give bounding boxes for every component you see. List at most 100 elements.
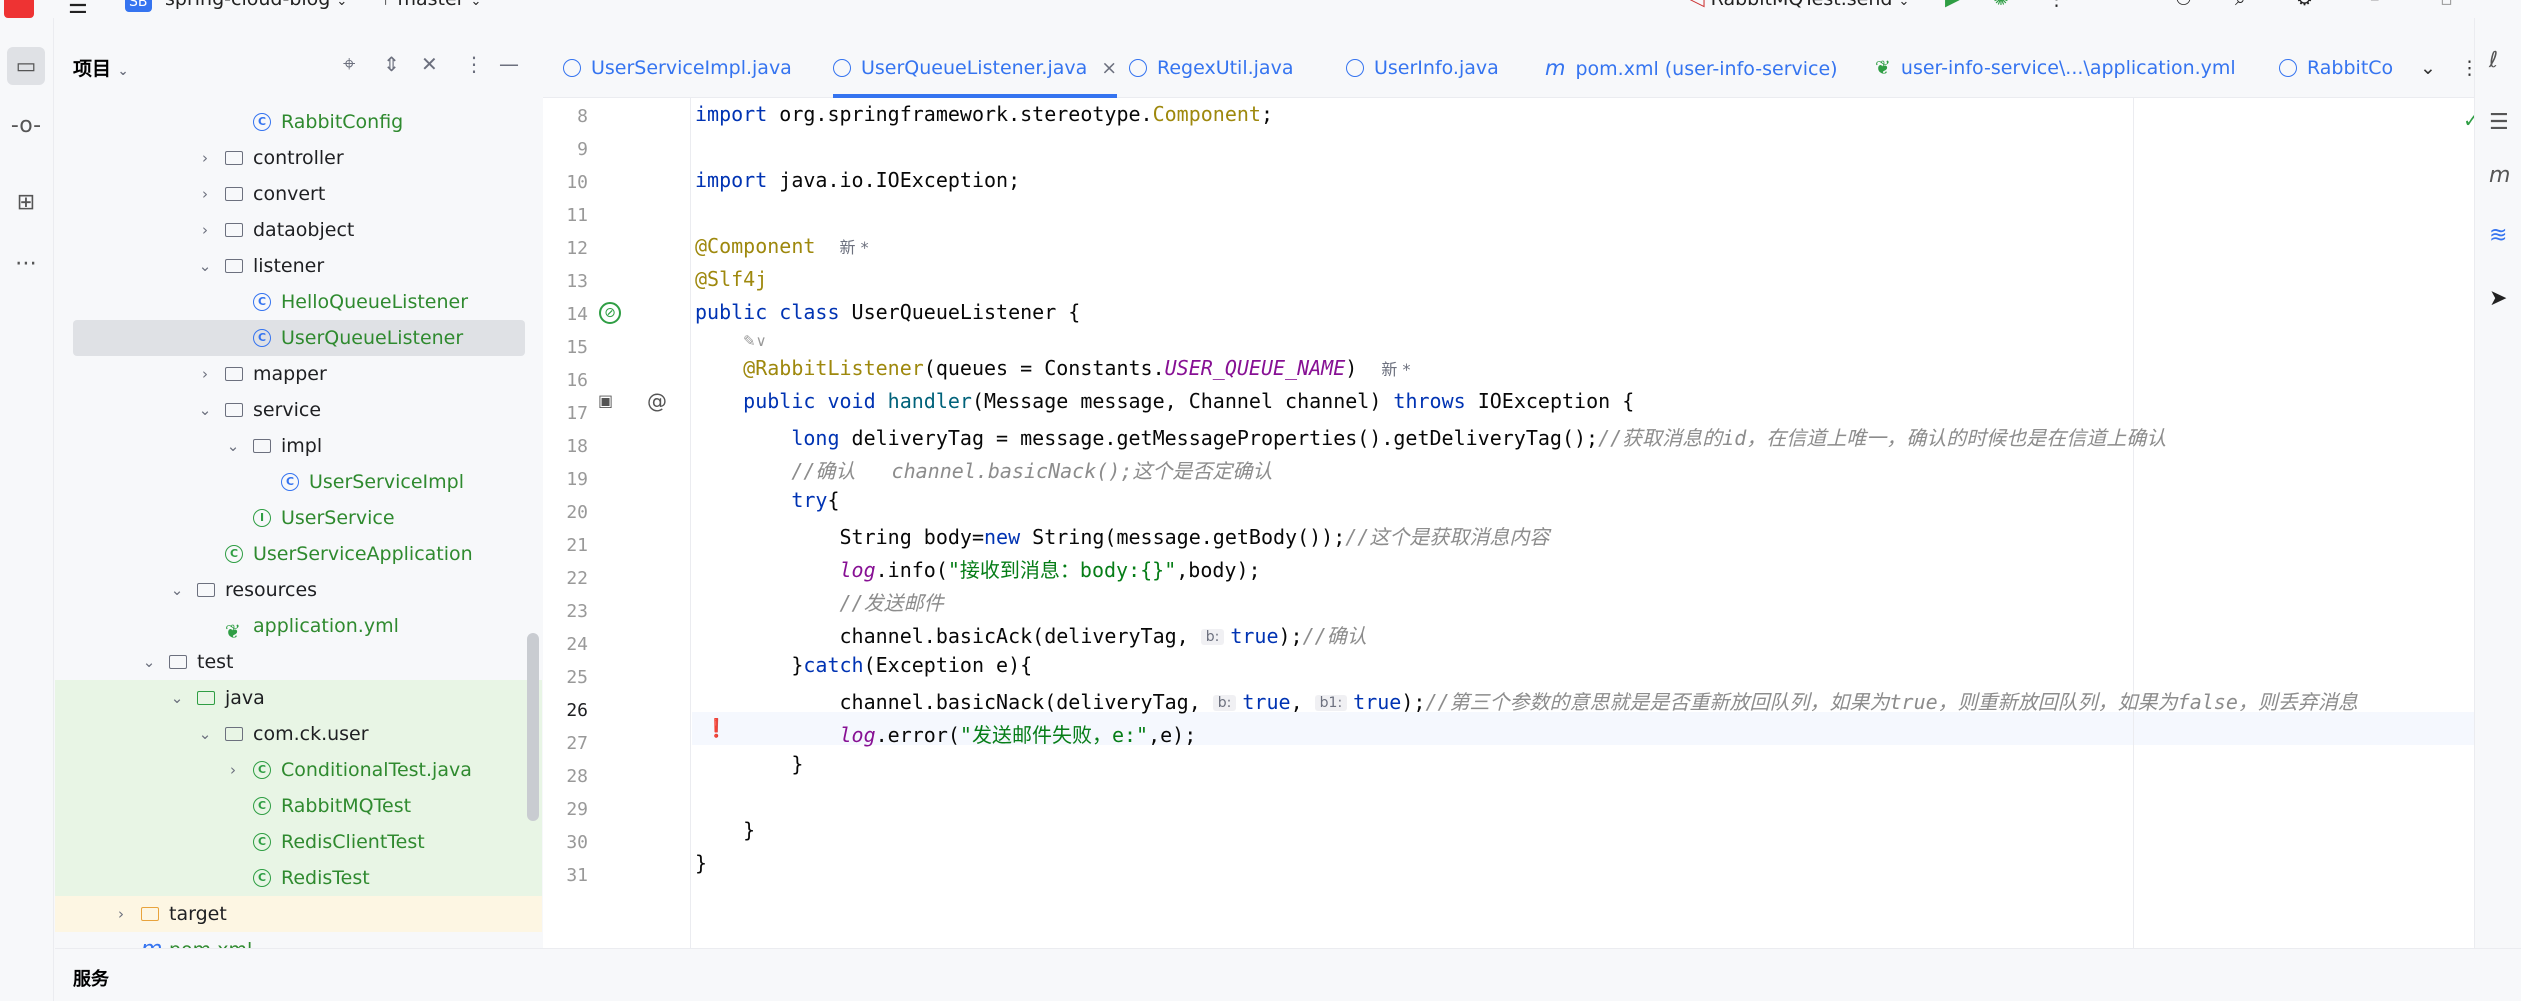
tree-item[interactable]: ⌄ com.ck.user [55,716,542,752]
tree-item[interactable]: C RabbitMQTest [55,788,542,824]
tree-item-label: dataobject [253,219,355,241]
chevron-down-icon[interactable]: ⌄ [197,716,213,752]
code-line-18: //确认 channel.basicNack();这个是否定确认 [791,459,1273,483]
expand-all-icon[interactable]: ⇕ [383,52,400,76]
main-menu-icon[interactable]: ☰ [68,0,88,19]
search-icon[interactable]: ⌕ [2235,0,2246,10]
tree-item[interactable]: ⌄ impl [55,428,525,464]
commit-tool-icon[interactable]: -o- [7,106,45,144]
code-editor[interactable]: 8 9 10 11 12 13 14 15 16 17 18 19 20 21 22 23 24 25 26 27 28… [543,98,2487,948]
yml-leaf-icon: ❦ [1875,57,1891,79]
tree-item[interactable]: ⌄ service [55,392,525,428]
tree-item-label: RedisClientTest [281,831,425,853]
chevron-down-icon[interactable]: ⌄ [197,392,213,428]
chevron-right-icon[interactable]: › [197,356,213,392]
settings-gear-icon[interactable]: ⚙ [2296,0,2313,10]
tree-item[interactable]: I UserService [55,500,525,536]
tabs-overflow-chevron-icon[interactable]: ⌄ [2420,50,2436,86]
options-menu-icon[interactable]: ⋮ [464,52,484,76]
left-tool-strip: ▭ -o- ⊞ ⋯ [0,18,54,1001]
tab-userserviceimpl[interactable]: UserServiceImpl.java [563,50,792,86]
ai-assistant-icon[interactable]: ≋ [2489,223,2507,248]
minimize-icon[interactable]: – [2370,0,2380,10]
tree-item[interactable]: › controller [55,140,525,176]
error-bulb-icon[interactable]: ❗ [705,718,727,739]
class-icon [1346,59,1364,77]
debug-icon[interactable]: ✺ [1993,0,2009,10]
tab-userinfo[interactable]: UserInfo.java [1346,50,1499,86]
code-line-21: log.info("接收到消息：body:{}",body); [839,558,1261,582]
usages-inlay-hint[interactable]: ✎∨ [743,332,767,350]
tree-item[interactable]: C HelloQueueListener [55,284,525,320]
tree-item[interactable]: C RabbitConfig [55,104,525,140]
branch-switcher[interactable]: ⑂ master ⌄ [380,0,481,10]
tree-item[interactable]: ⌄ test [55,644,525,680]
chevron-right-icon[interactable]: › [225,752,241,788]
tab-label: UserServiceImpl.java [591,57,792,79]
tree-item[interactable]: ⌄ listener [55,248,525,284]
tab-userqueuelistener[interactable]: UserQueueListener.java × [833,50,1118,98]
chevron-right-icon[interactable]: › [197,140,213,176]
chevron-down-icon[interactable]: ⌄ [197,248,213,284]
chevron-down-icon[interactable]: ⌄ [169,680,185,716]
run-icon[interactable]: ▶ [1945,0,1960,10]
services-tab[interactable]: 服务 [73,965,109,991]
tree-item[interactable]: C UserServiceApplication [55,536,525,572]
project-panel-title[interactable]: 项目 ⌄ [73,54,129,81]
rabbit-listener-gutter-icon[interactable]: ▣ [598,391,613,410]
chevron-down-icon: ⌄ [470,0,482,9]
close-tab-icon[interactable]: × [1101,57,1117,79]
chevron-right-icon[interactable]: › [197,176,213,212]
code-line-15: @RabbitListener(queues = Constants.USER_… [743,356,1411,380]
project-tool-folder-icon[interactable]: ▭ [7,47,45,85]
tree-item[interactable]: ⌄ java [55,680,542,716]
tree-item[interactable]: › mapper [55,356,525,392]
chevron-right-icon[interactable]: › [197,212,213,248]
project-name: spring-cloud-blog [165,0,330,10]
chevron-down-icon[interactable]: ⌄ [169,572,185,608]
tree-item[interactable]: C UserServiceImpl [55,464,525,500]
code-line-23: channel.basicAck(deliveryTag, b: true);//… [839,624,1367,648]
tree-scrollbar[interactable] [527,633,539,821]
more-actions-icon[interactable]: ⋮ [2047,0,2066,10]
title-bar: ☰ SB spring-cloud-blog ⌄ ⑂ master ⌄ ◁ Ra… [0,0,2521,19]
maximize-icon[interactable]: ▫ [2440,0,2453,10]
chevron-down-icon[interactable]: ⌄ [141,644,157,680]
tab-application-yml[interactable]: ❦ user-info-service\...\application.yml [1875,50,2236,86]
app-logo-icon[interactable] [4,0,34,18]
maven-tool-icon[interactable]: m [2489,163,2510,188]
tree-item[interactable]: ⌄ resources [55,572,525,608]
tree-item[interactable]: C RedisClientTest [55,824,542,860]
locate-file-icon[interactable]: ⌖ [343,52,355,77]
tab-pom-xml[interactable]: m pom.xml (user-info-service) [1545,50,1838,86]
project-switcher[interactable]: spring-cloud-blog ⌄ [165,0,347,10]
tree-item[interactable]: C RedisTest [55,860,542,896]
folder-icon [169,655,187,669]
bean-injection-gutter-icon[interactable]: @ [647,389,667,413]
maven-icon: m [141,932,162,948]
spring-bean-gutter-icon[interactable]: ⊘ [599,302,621,324]
notifications-icon[interactable]: ℓ [2489,48,2498,73]
more-tools-icon[interactable]: ⋯ [7,244,45,282]
tab-regexutil[interactable]: RegexUtil.java [1129,50,1293,86]
tree-item[interactable]: › dataobject [55,212,525,248]
chevron-right-icon[interactable]: › [113,896,129,932]
tree-item[interactable]: › convert [55,176,525,212]
tree-item[interactable]: › C ConditionalTest.java [55,752,542,788]
add-user-icon[interactable]: ⚇ [2175,0,2192,10]
tab-rabbitconfig[interactable]: RabbitCo [2279,50,2429,86]
database-icon[interactable]: ☰ [2489,110,2509,135]
code-line-17: long deliveryTag = message.getMessagePro… [791,426,2167,450]
collapse-all-icon[interactable]: ✕ [421,52,438,76]
chevron-down-icon[interactable]: ⌄ [225,428,241,464]
project-panel: 项目 ⌄ ⌖ ⇕ ✕ ⋮ — C RabbitConfig › controller ›… [55,18,542,948]
tree-item-label: RedisTest [281,867,370,889]
tree-item[interactable]: C UserQueueListener [73,320,525,356]
tree-item[interactable]: ❦ application.yml [55,608,525,644]
structure-tool-icon[interactable]: ⊞ [7,183,45,221]
line-number: 24 [566,634,588,655]
tree-item[interactable]: › target [55,896,542,932]
tree-item[interactable]: m pom.xml [55,932,525,948]
run-config-selector[interactable]: ◁ RabbitMQTest.send ⌄ [1690,0,1909,10]
hide-panel-icon[interactable]: — [499,52,519,76]
